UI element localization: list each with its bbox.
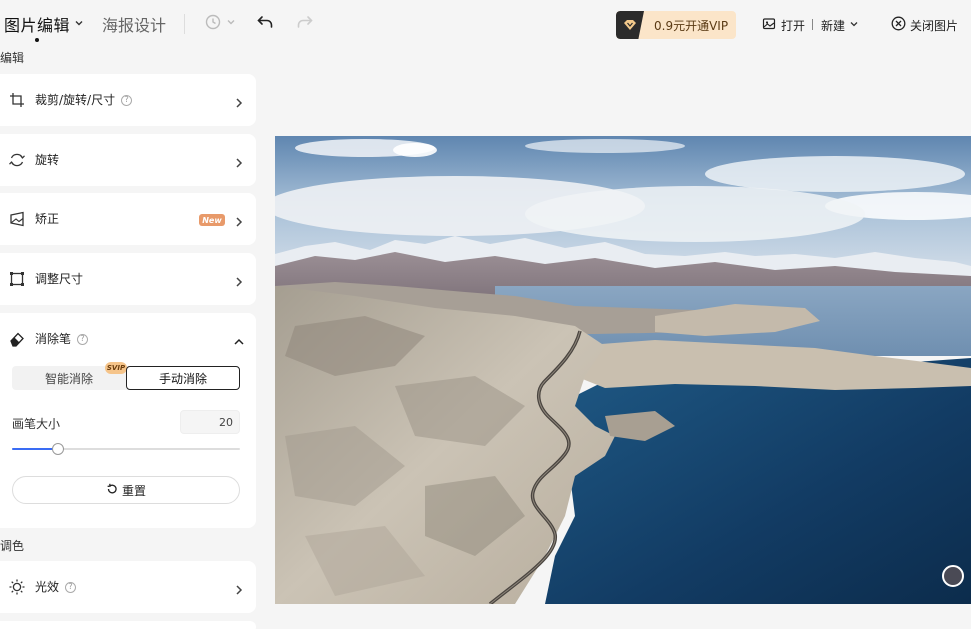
- tab-poster-design[interactable]: 海报设计: [102, 12, 166, 36]
- tool-eraser-label-wrap: 消除笔 ?: [35, 331, 89, 347]
- divider: [812, 19, 813, 30]
- tool-light-label-wrap: 光效 ?: [35, 579, 77, 595]
- tool-light-label: 光效: [35, 580, 60, 594]
- history-button[interactable]: [204, 14, 238, 34]
- floating-action-button[interactable]: [942, 565, 964, 587]
- vip-button[interactable]: 0.9元开通VIP: [616, 11, 736, 39]
- divider: [184, 14, 185, 34]
- eraser-mode-switch: 智能消除 SVIP 手动消除: [12, 362, 240, 390]
- help-icon[interactable]: ?: [77, 333, 89, 345]
- tool-card-rotate: 旋转: [0, 134, 256, 186]
- chevron-right-icon: [233, 581, 245, 595]
- new-badge: New: [199, 214, 225, 226]
- history-icon: [204, 13, 238, 35]
- manual-erase-label: 手动消除: [158, 371, 207, 386]
- tool-crop-label: 裁剪/旋转/尺寸: [35, 93, 116, 107]
- tool-resize[interactable]: 调整尺寸: [0, 253, 256, 305]
- brush-size-slider[interactable]: [12, 443, 240, 455]
- tool-correct[interactable]: 矫正 New: [0, 193, 256, 245]
- undo-icon: [256, 13, 274, 35]
- chevron-down-icon: [849, 18, 859, 32]
- svip-badge: SVIP: [105, 362, 127, 374]
- tab-image-edit[interactable]: 图片编辑: [4, 12, 84, 42]
- chevron-right-icon: [233, 213, 245, 227]
- landscape-photo: [275, 136, 971, 604]
- tool-card-next: [0, 621, 256, 629]
- redo-button[interactable]: [295, 14, 315, 34]
- tool-card-light: 光效 ?: [0, 561, 256, 613]
- reset-button[interactable]: 重置: [12, 476, 240, 504]
- smart-erase-label: 智能消除: [44, 371, 93, 386]
- help-icon[interactable]: ?: [65, 581, 77, 593]
- tool-crop[interactable]: 裁剪/旋转/尺寸 ?: [0, 74, 256, 126]
- reset-label: 重置: [121, 483, 146, 498]
- eraser-icon: [9, 331, 25, 347]
- vip-diamond-icon: [616, 11, 644, 39]
- new-button[interactable]: 新建: [821, 15, 859, 35]
- open-label: 打开: [781, 18, 806, 33]
- tool-card-resize: 调整尺寸: [0, 253, 256, 305]
- active-tab-indicator: [35, 38, 39, 42]
- tool-rotate-label: 旋转: [35, 153, 60, 167]
- tool-eraser[interactable]: 消除笔 ?: [0, 313, 256, 365]
- brush-size-label: 画笔大小: [12, 417, 61, 431]
- undo-button[interactable]: [255, 14, 275, 34]
- close-image-label: 关闭图片: [910, 18, 959, 33]
- chevron-right-icon: [233, 154, 245, 168]
- tool-card-crop: 裁剪/旋转/尺寸 ?: [0, 74, 256, 126]
- tool-crop-label-wrap: 裁剪/旋转/尺寸 ?: [35, 92, 133, 108]
- perspective-icon: [9, 211, 25, 227]
- image-canvas[interactable]: [275, 136, 971, 604]
- help-icon[interactable]: ?: [121, 94, 133, 106]
- tool-card-eraser: 消除笔 ? 智能消除 SVIP 手动消除 画笔大小 20 重置: [0, 313, 256, 528]
- vip-label: 0.9元开通VIP: [654, 18, 729, 33]
- chevron-right-icon: [233, 273, 245, 287]
- tool-card-correct: 矫正 New: [0, 193, 256, 245]
- section-edit-label: 编辑: [0, 51, 25, 65]
- reset-icon: [106, 483, 118, 498]
- slider-thumb[interactable]: [52, 443, 64, 455]
- tool-resize-label: 调整尺寸: [35, 272, 84, 286]
- chevron-right-icon: [233, 94, 245, 108]
- manual-erase-tab[interactable]: 手动消除: [126, 366, 240, 390]
- tool-correct-label: 矫正: [35, 212, 60, 226]
- close-circle-icon: [891, 16, 906, 34]
- brush-size-input[interactable]: 20: [180, 410, 240, 434]
- tool-rotate[interactable]: 旋转: [0, 134, 256, 186]
- close-image-button[interactable]: 关闭图片: [891, 15, 958, 35]
- open-button[interactable]: 打开: [762, 15, 805, 35]
- tool-light[interactable]: 光效 ?: [0, 561, 256, 613]
- chevron-down-icon: [74, 18, 84, 31]
- resize-icon: [9, 271, 25, 287]
- top-bar: 图片编辑 海报设计 0.9元开通VIP 打开 新建 关闭图片: [0, 0, 971, 48]
- crop-icon: [9, 92, 25, 108]
- open-image-icon: [762, 17, 776, 34]
- rotate-icon: [9, 152, 25, 168]
- new-label: 新建: [821, 18, 846, 33]
- chevron-up-icon: [233, 333, 245, 345]
- tool-eraser-label: 消除笔: [35, 332, 72, 346]
- sun-icon: [9, 579, 25, 595]
- tab-image-edit-label: 图片编辑: [4, 16, 71, 35]
- section-color-label: 调色: [0, 539, 25, 553]
- redo-icon: [296, 13, 314, 35]
